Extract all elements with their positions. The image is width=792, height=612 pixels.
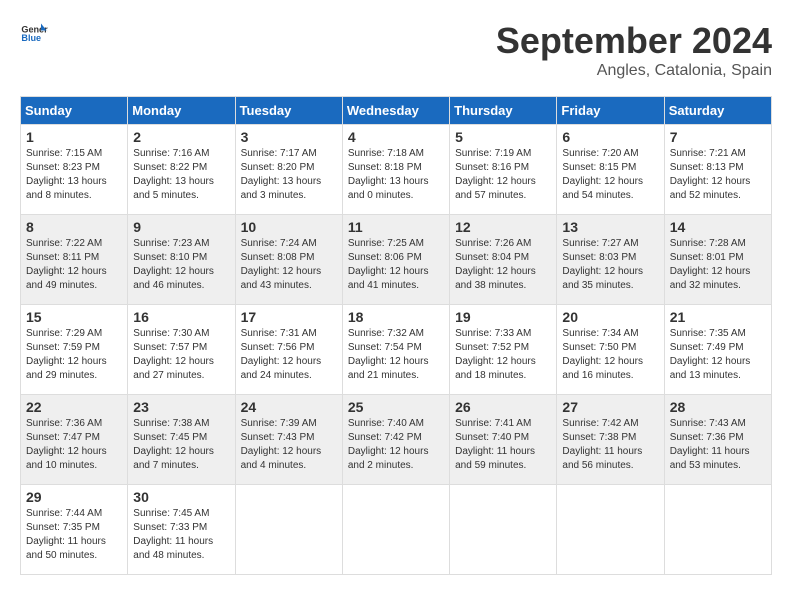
empty-cell-5 (664, 485, 771, 575)
month-title: September 2024 (496, 20, 772, 62)
day-13: 13 Sunrise: 7:27 AMSunset: 8:03 PMDaylig… (557, 215, 664, 305)
empty-cell-1 (235, 485, 342, 575)
location-subtitle: Angles, Catalonia, Spain (496, 62, 772, 80)
week-row-3: 15 Sunrise: 7:29 AMSunset: 7:59 PMDaylig… (21, 305, 772, 395)
day-27: 27 Sunrise: 7:42 AMSunset: 7:38 PMDaylig… (557, 395, 664, 485)
day-24: 24 Sunrise: 7:39 AMSunset: 7:43 PMDaylig… (235, 395, 342, 485)
day-11: 11 Sunrise: 7:25 AMSunset: 8:06 PMDaylig… (342, 215, 449, 305)
day-22: 22 Sunrise: 7:36 AMSunset: 7:47 PMDaylig… (21, 395, 128, 485)
week-row-2: 8 Sunrise: 7:22 AMSunset: 8:11 PMDayligh… (21, 215, 772, 305)
day-7: 7 Sunrise: 7:21 AMSunset: 8:13 PMDayligh… (664, 125, 771, 215)
empty-cell-2 (342, 485, 449, 575)
week-row-1: 1 Sunrise: 7:15 AMSunset: 8:23 PMDayligh… (21, 125, 772, 215)
day-16: 16 Sunrise: 7:30 AMSunset: 7:57 PMDaylig… (128, 305, 235, 395)
day-3: 3 Sunrise: 7:17 AMSunset: 8:20 PMDayligh… (235, 125, 342, 215)
day-20: 20 Sunrise: 7:34 AMSunset: 7:50 PMDaylig… (557, 305, 664, 395)
day-23: 23 Sunrise: 7:38 AMSunset: 7:45 PMDaylig… (128, 395, 235, 485)
day-4: 4 Sunrise: 7:18 AMSunset: 8:18 PMDayligh… (342, 125, 449, 215)
col-friday: Friday (557, 97, 664, 125)
page-container: General Blue September 2024 Angles, Cata… (20, 20, 772, 575)
day-21: 21 Sunrise: 7:35 AMSunset: 7:49 PMDaylig… (664, 305, 771, 395)
day-6: 6 Sunrise: 7:20 AMSunset: 8:15 PMDayligh… (557, 125, 664, 215)
day-12: 12 Sunrise: 7:26 AMSunset: 8:04 PMDaylig… (450, 215, 557, 305)
day-10: 10 Sunrise: 7:24 AMSunset: 8:08 PMDaylig… (235, 215, 342, 305)
col-thursday: Thursday (450, 97, 557, 125)
week-row-5: 29 Sunrise: 7:44 AMSunset: 7:35 PMDaylig… (21, 485, 772, 575)
col-wednesday: Wednesday (342, 97, 449, 125)
header-row: Sunday Monday Tuesday Wednesday Thursday… (21, 97, 772, 125)
day-8: 8 Sunrise: 7:22 AMSunset: 8:11 PMDayligh… (21, 215, 128, 305)
day-14: 14 Sunrise: 7:28 AMSunset: 8:01 PMDaylig… (664, 215, 771, 305)
day-26: 26 Sunrise: 7:41 AMSunset: 7:40 PMDaylig… (450, 395, 557, 485)
day-19: 19 Sunrise: 7:33 AMSunset: 7:52 PMDaylig… (450, 305, 557, 395)
logo-icon: General Blue (20, 20, 48, 48)
day-9: 9 Sunrise: 7:23 AMSunset: 8:10 PMDayligh… (128, 215, 235, 305)
calendar-table: Sunday Monday Tuesday Wednesday Thursday… (20, 96, 772, 575)
day-1: 1 Sunrise: 7:15 AMSunset: 8:23 PMDayligh… (21, 125, 128, 215)
day-25: 25 Sunrise: 7:40 AMSunset: 7:42 PMDaylig… (342, 395, 449, 485)
week-row-4: 22 Sunrise: 7:36 AMSunset: 7:47 PMDaylig… (21, 395, 772, 485)
title-area: September 2024 Angles, Catalonia, Spain (496, 20, 772, 80)
logo: General Blue (20, 20, 48, 48)
day-28: 28 Sunrise: 7:43 AMSunset: 7:36 PMDaylig… (664, 395, 771, 485)
col-monday: Monday (128, 97, 235, 125)
col-tuesday: Tuesday (235, 97, 342, 125)
col-sunday: Sunday (21, 97, 128, 125)
day-2: 2 Sunrise: 7:16 AMSunset: 8:22 PMDayligh… (128, 125, 235, 215)
day-17: 17 Sunrise: 7:31 AMSunset: 7:56 PMDaylig… (235, 305, 342, 395)
day-30: 30 Sunrise: 7:45 AMSunset: 7:33 PMDaylig… (128, 485, 235, 575)
header: General Blue September 2024 Angles, Cata… (20, 20, 772, 80)
empty-cell-3 (450, 485, 557, 575)
day-29: 29 Sunrise: 7:44 AMSunset: 7:35 PMDaylig… (21, 485, 128, 575)
svg-text:Blue: Blue (21, 33, 41, 43)
col-saturday: Saturday (664, 97, 771, 125)
empty-cell-4 (557, 485, 664, 575)
day-15: 15 Sunrise: 7:29 AMSunset: 7:59 PMDaylig… (21, 305, 128, 395)
day-18: 18 Sunrise: 7:32 AMSunset: 7:54 PMDaylig… (342, 305, 449, 395)
day-5: 5 Sunrise: 7:19 AMSunset: 8:16 PMDayligh… (450, 125, 557, 215)
